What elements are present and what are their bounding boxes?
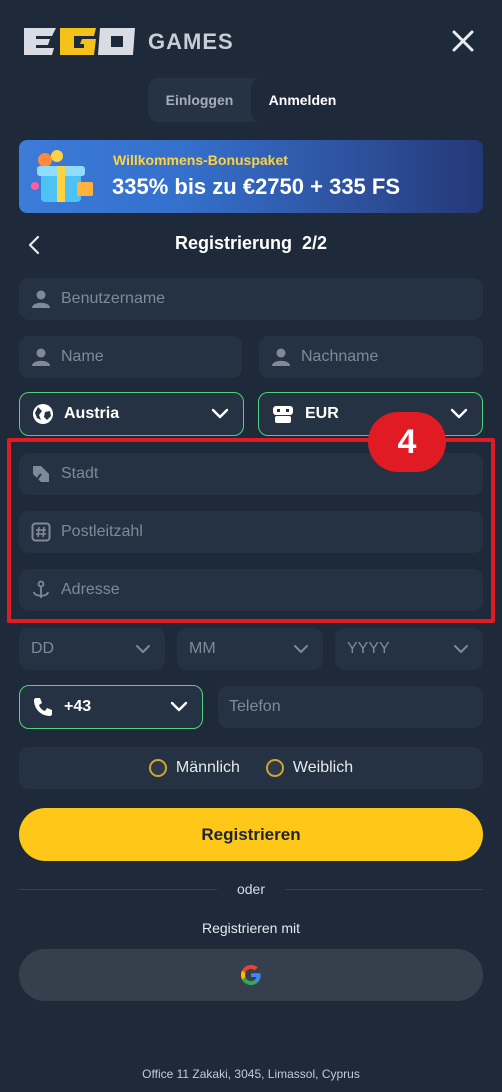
- country-value: Austria: [64, 405, 120, 422]
- close-icon: [452, 30, 474, 52]
- google-icon: [241, 965, 261, 985]
- chevron-down-icon: [454, 645, 468, 653]
- chevron-down-icon: [294, 645, 308, 653]
- month-select[interactable]: MM: [177, 628, 323, 670]
- step-badge: 4: [368, 412, 446, 472]
- gender-female-option[interactable]: Weiblich: [265, 759, 354, 777]
- day-placeholder: DD: [31, 640, 55, 657]
- chevron-down-icon: [136, 645, 150, 653]
- radio-female[interactable]: [265, 759, 284, 777]
- banner-headline: 335% bis zu €2750 + 335 FS: [112, 174, 401, 199]
- step-title: Registrierung 2/2: [174, 233, 328, 253]
- user-icon: [32, 348, 50, 366]
- gender-male-option[interactable]: Männlich: [148, 759, 240, 777]
- country-select[interactable]: Austria: [19, 392, 244, 436]
- user-icon: [272, 348, 290, 366]
- globe-icon: [33, 404, 53, 424]
- name-placeholder: Name: [61, 348, 104, 365]
- phone-code-value: +43: [64, 698, 92, 715]
- month-placeholder: MM: [189, 640, 216, 657]
- gift-box-icon: [31, 150, 93, 202]
- name-field[interactable]: Name: [19, 336, 242, 378]
- ego-logo: [22, 24, 137, 58]
- chevron-down-icon: [450, 408, 468, 419]
- phone-icon: [34, 698, 52, 716]
- google-signup-button[interactable]: [19, 949, 483, 1001]
- tab-login[interactable]: Einloggen: [148, 78, 251, 122]
- phone-code-select[interactable]: +43: [19, 685, 203, 729]
- user-icon: [32, 290, 50, 308]
- gender-female-label: Weiblich: [292, 759, 354, 776]
- banner-subtitle: Willkommens-Bonuspaket: [113, 152, 288, 168]
- day-select[interactable]: DD: [19, 628, 165, 670]
- chevron-down-icon: [211, 408, 229, 419]
- lastname-field[interactable]: Nachname: [259, 336, 483, 378]
- or-label: oder: [236, 881, 266, 897]
- phone-field[interactable]: Telefon: [218, 686, 483, 728]
- close-button[interactable]: [448, 26, 478, 56]
- phone-placeholder: Telefon: [229, 698, 281, 715]
- lastname-placeholder: Nachname: [301, 348, 379, 365]
- logo-text: GAMES: [148, 29, 234, 54]
- bonus-banner[interactable]: Willkommens-Bonuspaket 335% bis zu €2750…: [19, 140, 483, 213]
- chevron-down-icon: [170, 701, 188, 712]
- register-button[interactable]: Registrieren: [19, 808, 483, 861]
- register-with-label: Registrieren mit: [201, 920, 301, 936]
- gender-male-label: Männlich: [175, 759, 240, 776]
- year-select[interactable]: YYYY: [335, 628, 483, 670]
- username-field[interactable]: Benutzername: [19, 278, 483, 320]
- username-placeholder: Benutzername: [61, 290, 166, 307]
- year-placeholder: YYYY: [347, 640, 390, 657]
- currency-icon: [273, 406, 293, 423]
- auth-tabs: Einloggen Anmelden: [148, 78, 354, 122]
- radio-male[interactable]: [148, 759, 167, 777]
- footer-address: Office 11 Zakaki, 3045, Limassol, Cyprus: [142, 1067, 360, 1081]
- gender-selector: Männlich Weiblich: [19, 747, 483, 789]
- tab-register[interactable]: Anmelden: [251, 78, 354, 122]
